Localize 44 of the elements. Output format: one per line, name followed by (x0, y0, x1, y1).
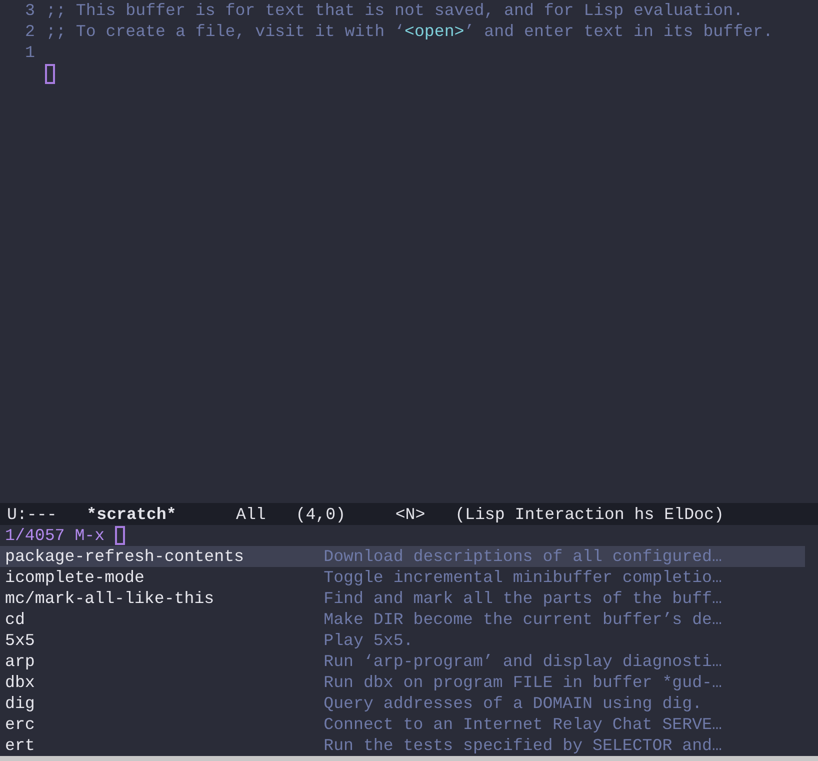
candidate-row[interactable]: 5x5 Play 5x5. (0, 630, 805, 651)
candidate-row[interactable]: erc Connect to an Internet Relay Chat SERVE… (0, 714, 805, 735)
command-name: erc (5, 714, 36, 735)
command-name: cd (5, 609, 26, 630)
text-cursor (45, 64, 55, 84)
command-description: Make DIR become the current buffer’s de… (324, 609, 722, 630)
command-name: dig (5, 693, 36, 714)
candidate-count: 1/4057 (5, 525, 65, 546)
command-description: Run the tests specified by SELECTOR and… (324, 735, 722, 756)
evil-state: <N> (395, 504, 426, 524)
command-description: Find and mark all the parts of the buff… (324, 588, 722, 609)
command-name: dbx (5, 672, 36, 693)
command-description: Run ‘arp-program’ and display diagnosti… (324, 651, 722, 672)
command-name: ert (5, 735, 36, 756)
command-description: Run dbx on program FILE in buffer *gud-… (324, 672, 722, 693)
buffer-name: *scratch* (86, 504, 178, 524)
candidate-row[interactable]: arp Run ‘arp-program’ and display diagnosti… (0, 651, 805, 672)
candidate-row[interactable]: ert Run the tests specified by SELECTOR and… (0, 735, 805, 756)
prompt-text: M-x (74, 525, 105, 546)
command-description: Toggle incremental minibuffer completio… (324, 567, 722, 588)
command-name: 5x5 (5, 630, 36, 651)
command-name: icomplete-mode (5, 567, 146, 588)
command-description: Query addresses of a DOMAIN using dig. (324, 693, 702, 714)
command-name: arp (5, 651, 36, 672)
candidate-row[interactable]: cd Make DIR become the current buffer’s de… (0, 609, 805, 630)
command-description: Play 5x5. (324, 630, 414, 651)
cursor-position: (4,0) (296, 504, 347, 524)
line-number: 2 (24, 21, 36, 42)
line-number: 3 (24, 0, 36, 21)
position-text: All (236, 504, 267, 524)
line-number: 1 (24, 42, 36, 63)
candidate-row[interactable]: dbx Run dbx on program FILE in buffer *gud-… (0, 672, 805, 693)
candidate-row[interactable]: icomplete-mode Toggle incremental minibuffer completio… (0, 567, 805, 588)
candidate-row[interactable]: dig Query addresses of a DOMAIN using dig. (0, 693, 805, 714)
comment-line: ;; This buffer is for text that is not saved, and for Lisp evaluation. (46, 0, 744, 21)
major-modes: (Lisp Interaction hs ElDoc) (455, 504, 724, 524)
command-name: package-refresh-contents (5, 546, 245, 567)
command-description: Download descriptions of all configured… (324, 546, 722, 567)
command-description: Connect to an Internet Relay Chat SERVE… (324, 714, 722, 735)
modified-state: U:--- (7, 504, 58, 524)
comment-line: ;; To create a file, visit it with ‘<open>’ and enter text in its buffer. (46, 21, 773, 42)
candidate-row[interactable]: mc/mark-all-like-this Find and mark all the parts of the buff… (0, 588, 805, 609)
command-name: mc/mark-all-like-this (5, 588, 216, 609)
candidate-row[interactable]: package-refresh-contents Download descriptions of all configured… (0, 546, 805, 567)
